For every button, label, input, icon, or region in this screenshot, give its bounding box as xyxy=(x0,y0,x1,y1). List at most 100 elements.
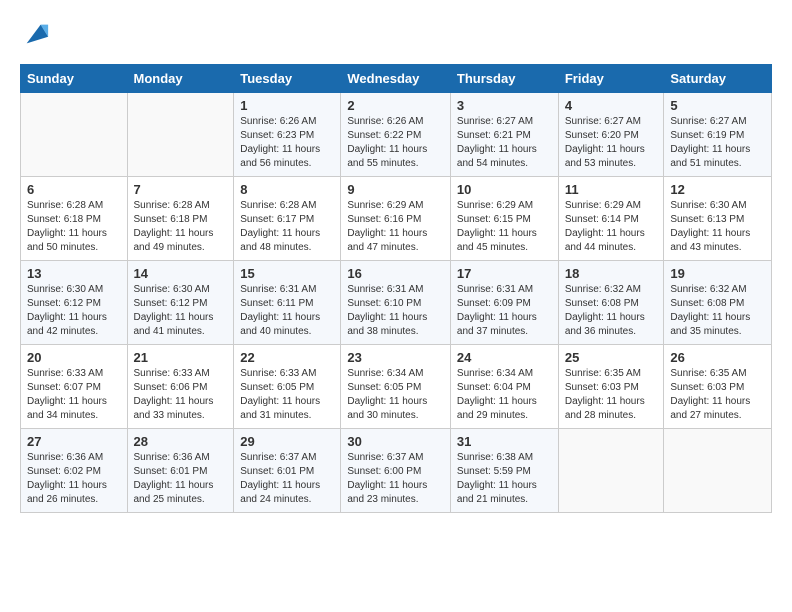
day-info: Sunrise: 6:28 AM Sunset: 6:18 PM Dayligh… xyxy=(27,199,121,255)
day-info: Sunrise: 6:36 AM Sunset: 6:02 PM Dayligh… xyxy=(27,451,121,507)
day-info: Sunrise: 6:33 AM Sunset: 6:07 PM Dayligh… xyxy=(27,367,121,423)
page-header xyxy=(20,20,772,48)
calendar-cell: 21 Sunrise: 6:33 AM Sunset: 6:06 PM Dayli… xyxy=(127,345,234,429)
day-info: Sunrise: 6:35 AM Sunset: 6:03 PM Dayligh… xyxy=(565,367,658,423)
calendar-cell xyxy=(21,93,128,177)
day-number: 31 xyxy=(457,434,552,449)
day-number: 15 xyxy=(240,266,334,281)
calendar-cell: 30 Sunrise: 6:37 AM Sunset: 6:00 PM Dayli… xyxy=(341,429,451,513)
weekday-header: Friday xyxy=(558,65,664,93)
calendar-cell: 17Sunrise: 6:31 AM Sunset: 6:09 PM Dayli… xyxy=(450,261,558,345)
day-number: 24 xyxy=(457,350,552,365)
weekday-header: Sunday xyxy=(21,65,128,93)
weekday-header: Thursday xyxy=(450,65,558,93)
day-number: 16 xyxy=(347,266,444,281)
weekday-header: Saturday xyxy=(664,65,772,93)
day-number: 6 xyxy=(27,182,121,197)
day-info: Sunrise: 6:33 AM Sunset: 6:06 PM Dayligh… xyxy=(134,367,228,423)
calendar-cell: 22Sunrise: 6:33 AM Sunset: 6:05 PM Dayli… xyxy=(234,345,341,429)
calendar-cell xyxy=(558,429,664,513)
day-info: Sunrise: 6:26 AM Sunset: 6:23 PM Dayligh… xyxy=(240,115,334,171)
calendar-cell: 20 Sunrise: 6:33 AM Sunset: 6:07 PM Dayli… xyxy=(21,345,128,429)
calendar-cell: 4Sunrise: 6:27 AM Sunset: 6:20 PM Daylig… xyxy=(558,93,664,177)
day-number: 28 xyxy=(134,434,228,449)
weekday-header: Monday xyxy=(127,65,234,93)
day-number: 2 xyxy=(347,98,444,113)
day-number: 3 xyxy=(457,98,552,113)
calendar-cell: 26 Sunrise: 6:35 AM Sunset: 6:03 PM Dayli… xyxy=(664,345,772,429)
calendar-cell: 19Sunrise: 6:32 AM Sunset: 6:08 PM Dayli… xyxy=(664,261,772,345)
day-number: 14 xyxy=(134,266,228,281)
calendar-cell xyxy=(127,93,234,177)
calendar-cell xyxy=(664,429,772,513)
logo-icon xyxy=(22,20,50,48)
weekday-header: Wednesday xyxy=(341,65,451,93)
day-number: 27 xyxy=(27,434,121,449)
day-info: Sunrise: 6:35 AM Sunset: 6:03 PM Dayligh… xyxy=(670,367,765,423)
day-number: 25 xyxy=(565,350,658,365)
day-number: 1 xyxy=(240,98,334,113)
day-info: Sunrise: 6:28 AM Sunset: 6:17 PM Dayligh… xyxy=(240,199,334,255)
calendar-table: SundayMondayTuesdayWednesdayThursdayFrid… xyxy=(20,64,772,513)
calendar-cell: 2Sunrise: 6:26 AM Sunset: 6:22 PM Daylig… xyxy=(341,93,451,177)
calendar-cell: 8 Sunrise: 6:28 AM Sunset: 6:17 PM Daylig… xyxy=(234,177,341,261)
calendar-week-row: 13 Sunrise: 6:30 AM Sunset: 6:12 PM Dayli… xyxy=(21,261,772,345)
day-number: 30 xyxy=(347,434,444,449)
day-info: Sunrise: 6:30 AM Sunset: 6:12 PM Dayligh… xyxy=(134,283,228,339)
calendar-cell: 16Sunrise: 6:31 AM Sunset: 6:10 PM Dayli… xyxy=(341,261,451,345)
day-info: Sunrise: 6:27 AM Sunset: 6:20 PM Dayligh… xyxy=(565,115,658,171)
day-number: 8 xyxy=(240,182,334,197)
day-info: Sunrise: 6:34 AM Sunset: 6:05 PM Dayligh… xyxy=(347,367,444,423)
calendar-cell: 11Sunrise: 6:29 AM Sunset: 6:14 PM Dayli… xyxy=(558,177,664,261)
calendar-cell: 25 Sunrise: 6:35 AM Sunset: 6:03 PM Dayli… xyxy=(558,345,664,429)
day-info: Sunrise: 6:29 AM Sunset: 6:16 PM Dayligh… xyxy=(347,199,444,255)
day-info: Sunrise: 6:38 AM Sunset: 5:59 PM Dayligh… xyxy=(457,451,552,507)
calendar-week-row: 1 Sunrise: 6:26 AM Sunset: 6:23 PM Daylig… xyxy=(21,93,772,177)
day-number: 10 xyxy=(457,182,552,197)
calendar-week-row: 20 Sunrise: 6:33 AM Sunset: 6:07 PM Dayli… xyxy=(21,345,772,429)
calendar-cell: 12 Sunrise: 6:30 AM Sunset: 6:13 PM Dayli… xyxy=(664,177,772,261)
day-number: 20 xyxy=(27,350,121,365)
day-number: 5 xyxy=(670,98,765,113)
calendar-cell: 5 Sunrise: 6:27 AM Sunset: 6:19 PM Daylig… xyxy=(664,93,772,177)
calendar-cell: 1 Sunrise: 6:26 AM Sunset: 6:23 PM Daylig… xyxy=(234,93,341,177)
calendar-cell: 18 Sunrise: 6:32 AM Sunset: 6:08 PM Dayli… xyxy=(558,261,664,345)
calendar-cell: 3 Sunrise: 6:27 AM Sunset: 6:21 PM Daylig… xyxy=(450,93,558,177)
calendar-cell: 27 Sunrise: 6:36 AM Sunset: 6:02 PM Dayli… xyxy=(21,429,128,513)
day-info: Sunrise: 6:32 AM Sunset: 6:08 PM Dayligh… xyxy=(565,283,658,339)
calendar-cell: 9 Sunrise: 6:29 AM Sunset: 6:16 PM Daylig… xyxy=(341,177,451,261)
day-info: Sunrise: 6:32 AM Sunset: 6:08 PM Dayligh… xyxy=(670,283,765,339)
day-number: 12 xyxy=(670,182,765,197)
day-number: 18 xyxy=(565,266,658,281)
day-number: 29 xyxy=(240,434,334,449)
calendar-cell: 29Sunrise: 6:37 AM Sunset: 6:01 PM Dayli… xyxy=(234,429,341,513)
calendar-week-row: 27 Sunrise: 6:36 AM Sunset: 6:02 PM Dayli… xyxy=(21,429,772,513)
weekday-header: Tuesday xyxy=(234,65,341,93)
day-number: 11 xyxy=(565,182,658,197)
logo xyxy=(20,20,50,48)
day-number: 7 xyxy=(134,182,228,197)
day-info: Sunrise: 6:34 AM Sunset: 6:04 PM Dayligh… xyxy=(457,367,552,423)
day-info: Sunrise: 6:37 AM Sunset: 6:00 PM Dayligh… xyxy=(347,451,444,507)
calendar-cell: 28 Sunrise: 6:36 AM Sunset: 6:01 PM Dayli… xyxy=(127,429,234,513)
day-number: 13 xyxy=(27,266,121,281)
day-info: Sunrise: 6:36 AM Sunset: 6:01 PM Dayligh… xyxy=(134,451,228,507)
day-info: Sunrise: 6:31 AM Sunset: 6:11 PM Dayligh… xyxy=(240,283,334,339)
calendar-cell: 7Sunrise: 6:28 AM Sunset: 6:18 PM Daylig… xyxy=(127,177,234,261)
calendar-cell: 10Sunrise: 6:29 AM Sunset: 6:15 PM Dayli… xyxy=(450,177,558,261)
calendar-cell: 24 Sunrise: 6:34 AM Sunset: 6:04 PM Dayli… xyxy=(450,345,558,429)
day-info: Sunrise: 6:27 AM Sunset: 6:19 PM Dayligh… xyxy=(670,115,765,171)
logo-text xyxy=(20,20,50,48)
header-row: SundayMondayTuesdayWednesdayThursdayFrid… xyxy=(21,65,772,93)
calendar-cell: 23Sunrise: 6:34 AM Sunset: 6:05 PM Dayli… xyxy=(341,345,451,429)
day-number: 22 xyxy=(240,350,334,365)
day-info: Sunrise: 6:30 AM Sunset: 6:13 PM Dayligh… xyxy=(670,199,765,255)
calendar-week-row: 6 Sunrise: 6:28 AM Sunset: 6:18 PM Daylig… xyxy=(21,177,772,261)
day-number: 26 xyxy=(670,350,765,365)
calendar-cell: 31 Sunrise: 6:38 AM Sunset: 5:59 PM Dayli… xyxy=(450,429,558,513)
day-number: 9 xyxy=(347,182,444,197)
day-info: Sunrise: 6:27 AM Sunset: 6:21 PM Dayligh… xyxy=(457,115,552,171)
day-info: Sunrise: 6:30 AM Sunset: 6:12 PM Dayligh… xyxy=(27,283,121,339)
calendar-cell: 6 Sunrise: 6:28 AM Sunset: 6:18 PM Daylig… xyxy=(21,177,128,261)
day-number: 21 xyxy=(134,350,228,365)
